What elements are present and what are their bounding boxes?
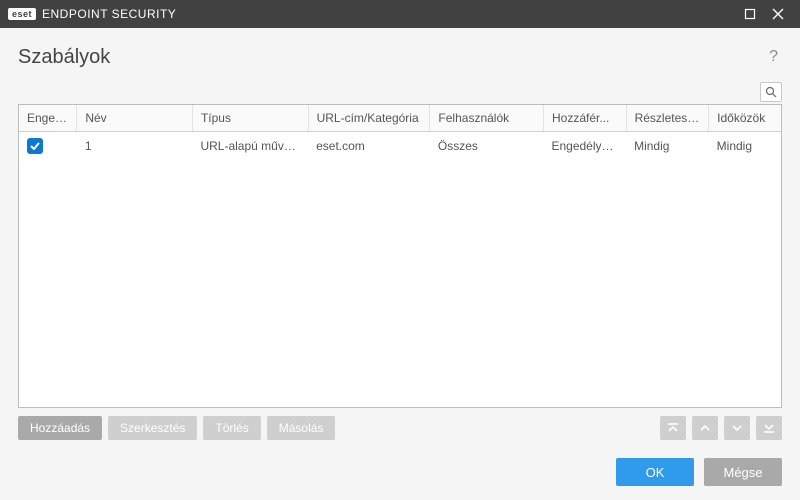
col-severity[interactable]: Részletess... — [626, 105, 709, 132]
cancel-button[interactable]: Mégse — [704, 458, 782, 486]
page-title: Szabályok — [18, 46, 110, 69]
cell-intervals: Mindig — [709, 132, 781, 161]
app-window: eset ENDPOINT SECURITY Szabályok ? — [0, 0, 800, 500]
move-up-button[interactable] — [692, 416, 718, 440]
chevron-double-up-icon — [666, 421, 680, 435]
brand-name: ENDPOINT SECURITY — [42, 7, 176, 21]
rules-table-container: Engedé... Név Típus URL-cím/Kategória Fe… — [18, 104, 782, 408]
col-enabled[interactable]: Engedé... — [19, 105, 77, 132]
delete-button[interactable]: Törlés — [203, 416, 260, 440]
close-icon — [772, 8, 784, 20]
add-button[interactable]: Hozzáadás — [18, 416, 102, 440]
table-empty-area — [19, 160, 781, 407]
help-icon: ? — [769, 48, 778, 65]
cell-users: Összes — [430, 132, 544, 161]
edit-button[interactable]: Szerkesztés — [108, 416, 197, 440]
col-intervals[interactable]: Időközök — [709, 105, 781, 132]
toolbar: Hozzáadás Szerkesztés Törlés Másolás — [18, 416, 782, 440]
col-url[interactable]: URL-cím/Kategória — [308, 105, 430, 132]
cell-enabled — [19, 132, 77, 161]
col-access[interactable]: Hozzáfér... — [543, 105, 626, 132]
cell-severity: Mindig — [626, 132, 709, 161]
table-header-row: Engedé... Név Típus URL-cím/Kategória Fe… — [19, 105, 781, 132]
move-down-button[interactable] — [724, 416, 750, 440]
ok-button[interactable]: OK — [616, 458, 694, 486]
content: Szabályok ? Engedé... Név — [0, 28, 800, 500]
brand-logo: eset — [8, 8, 36, 20]
chevron-down-icon — [730, 421, 744, 435]
cell-name: 1 — [77, 132, 193, 161]
header-row: Szabályok ? — [18, 44, 782, 70]
copy-button[interactable]: Másolás — [267, 416, 336, 440]
window-minimize-button[interactable] — [736, 0, 764, 28]
col-users[interactable]: Felhasználók — [430, 105, 544, 132]
col-type[interactable]: Típus — [192, 105, 308, 132]
move-top-button[interactable] — [660, 416, 686, 440]
chevron-double-down-icon — [762, 421, 776, 435]
search-row — [18, 82, 782, 102]
cell-type: URL-alapú művelet — [192, 132, 308, 161]
col-name[interactable]: Név — [77, 105, 193, 132]
help-button[interactable]: ? — [765, 44, 782, 70]
rules-table: Engedé... Név Típus URL-cím/Kategória Fe… — [19, 105, 781, 160]
search-icon — [765, 86, 777, 98]
footer: OK Mégse — [18, 458, 782, 486]
move-bottom-button[interactable] — [756, 416, 782, 440]
table-row[interactable]: 1 URL-alapú művelet eset.com Összes Enge… — [19, 132, 781, 161]
row-enabled-checkbox[interactable] — [27, 138, 43, 154]
check-icon — [29, 140, 41, 152]
titlebar: eset ENDPOINT SECURITY — [0, 0, 800, 28]
cell-url: eset.com — [308, 132, 430, 161]
brand: eset ENDPOINT SECURITY — [8, 7, 176, 21]
chevron-up-icon — [698, 421, 712, 435]
cell-access: Engedélyezés — [543, 132, 626, 161]
search-button[interactable] — [760, 82, 782, 102]
square-icon — [744, 8, 756, 20]
window-close-button[interactable] — [764, 0, 792, 28]
